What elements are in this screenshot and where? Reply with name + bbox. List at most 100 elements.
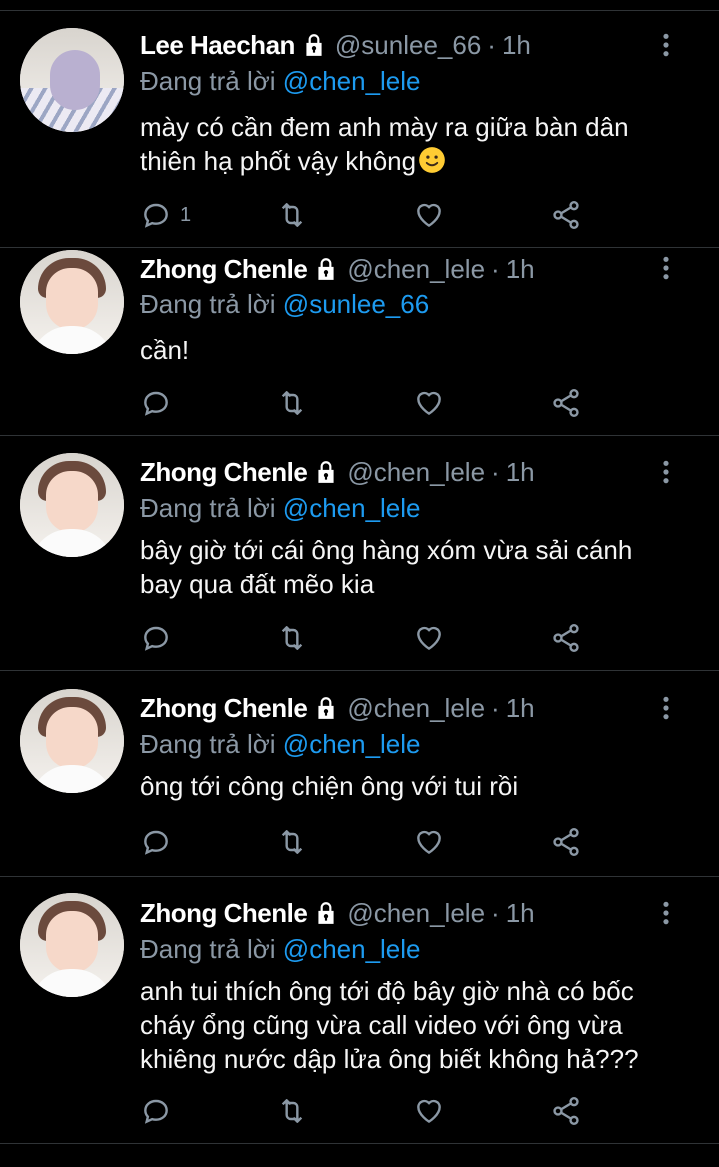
tweet-actions [140, 825, 600, 859]
retweet-button[interactable] [276, 825, 308, 859]
tweet-text-line: thiên hạ phốt vậy không [140, 144, 700, 178]
replying-to: Đang trả lời @sunlee_66 [140, 289, 429, 320]
tweet-divider [0, 670, 719, 671]
tweet-text-line: bây giờ tới cái ông hàng xóm vừa sải cán… [140, 535, 633, 565]
like-button[interactable] [413, 198, 445, 232]
share-icon [553, 201, 579, 229]
mention-link[interactable]: @chen_lele [283, 934, 421, 964]
heart-icon [417, 830, 441, 854]
timestamp: 1h [505, 897, 535, 928]
tweet-divider [0, 1143, 719, 1144]
tweet-text-line: mày có cần đem anh mày ra giữa bàn dân [140, 112, 629, 142]
more-options-icon[interactable] [653, 900, 679, 926]
tweet-text-line: ông tới công chiện ông với tui rồi [140, 771, 519, 801]
tweet-text: ông tới công chiện ông với tui rồi [140, 769, 700, 803]
retweet-button[interactable] [276, 198, 308, 232]
share-icon [553, 1097, 579, 1125]
tweet-text-line: bay qua đất mẽo kia [140, 569, 375, 599]
avatar[interactable] [20, 893, 124, 997]
more-options-icon[interactable] [653, 695, 679, 721]
tweet-text-line: cháy ổng cũng vừa call video với ông vừa [140, 1010, 623, 1040]
share-button[interactable] [550, 1094, 582, 1128]
retweet-button[interactable] [276, 1094, 308, 1128]
share-button[interactable] [550, 386, 582, 420]
heart-icon [417, 626, 441, 650]
timestamp: 1h [505, 692, 535, 723]
reply-prefix: Đang trả lời [140, 729, 276, 759]
display-name[interactable]: Zhong Chenle [140, 457, 308, 488]
tweet[interactable]: Zhong Chenle @chen_lele · 1h Đang trả lờ… [0, 453, 719, 671]
reply-count: 1 [180, 203, 192, 226]
mention-link[interactable]: @chen_lele [283, 729, 421, 759]
tweet-header: Zhong Chenle @chen_lele · 1h [140, 691, 535, 725]
reply-button[interactable] [140, 386, 180, 420]
lock-icon [306, 34, 322, 56]
tweet-text: bây giờ tới cái ông hàng xóm vừa sải cán… [140, 533, 700, 601]
tweet-text-line: khiêng nước dập lửa ông biết không hả??? [140, 1044, 639, 1074]
tweet[interactable]: Zhong Chenle @chen_lele · 1h Đang trả lờ… [0, 249, 719, 436]
dot-separator: · [491, 456, 500, 487]
tweet-header: Zhong Chenle @chen_lele · 1h [140, 252, 535, 286]
user-handle: @chen_lele [347, 897, 486, 928]
tweet-actions: 1 [140, 198, 600, 232]
tweet[interactable]: Lee Haechan @sunlee_66 · 1h Đang trả lời… [0, 28, 719, 248]
reply-prefix: Đang trả lời [140, 493, 276, 523]
lock-icon [318, 902, 334, 924]
display-name[interactable]: Zhong Chenle [140, 898, 308, 929]
lock-icon [318, 697, 334, 719]
timestamp: 1h [505, 456, 535, 487]
more-options-icon[interactable] [653, 459, 679, 485]
avatar[interactable] [20, 689, 124, 793]
display-name[interactable]: Zhong Chenle [140, 254, 308, 285]
tweet-header: Lee Haechan @sunlee_66 · 1h [140, 28, 531, 62]
retweet-button[interactable] [276, 386, 308, 420]
reply-button[interactable] [140, 621, 180, 655]
retweet-icon [281, 391, 303, 415]
replying-to: Đang trả lời @chen_lele [140, 729, 421, 760]
user-handle: @chen_lele [347, 456, 486, 487]
dot-separator: · [487, 29, 496, 60]
retweet-icon [281, 626, 303, 650]
reply-icon [144, 830, 168, 855]
like-button[interactable] [413, 621, 445, 655]
like-button[interactable] [413, 1094, 445, 1128]
reply-button[interactable]: 1 [140, 198, 191, 232]
mention-link[interactable]: @chen_lele [283, 493, 421, 523]
avatar[interactable] [20, 28, 124, 132]
mention-link[interactable]: @sunlee_66 [283, 289, 429, 319]
share-button[interactable] [550, 621, 582, 655]
retweet-icon [281, 203, 303, 227]
top-divider [0, 10, 719, 11]
more-options-icon[interactable] [653, 32, 679, 58]
share-button[interactable] [550, 198, 582, 232]
replying-to: Đang trả lời @chen_lele [140, 934, 421, 965]
mention-link[interactable]: @chen_lele [283, 66, 421, 96]
retweet-icon [281, 830, 303, 854]
display-name[interactable]: Zhong Chenle [140, 693, 308, 724]
reply-prefix: Đang trả lời [140, 66, 276, 96]
replying-to: Đang trả lời @chen_lele [140, 493, 421, 524]
reply-button[interactable] [140, 1094, 180, 1128]
tweet[interactable]: Zhong Chenle @chen_lele · 1h Đang trả lờ… [0, 689, 719, 877]
tweet-actions [140, 621, 600, 655]
slightly-smiling-face-icon [419, 147, 445, 173]
timestamp: 1h [505, 253, 535, 284]
avatar[interactable] [20, 250, 124, 354]
tweet[interactable]: Zhong Chenle @chen_lele · 1h Đang trả lờ… [0, 893, 719, 1144]
share-icon [553, 828, 579, 856]
more-options-icon[interactable] [653, 255, 679, 281]
display-name[interactable]: Lee Haechan [140, 30, 295, 61]
reply-button[interactable] [140, 825, 180, 859]
retweet-icon [281, 1099, 303, 1123]
tweet-text-line: anh tui thích ông tới độ bây giờ nhà có … [140, 976, 634, 1006]
tweet-actions [140, 1094, 600, 1128]
like-button[interactable] [413, 386, 445, 420]
lock-icon [318, 258, 334, 280]
like-button[interactable] [413, 825, 445, 859]
avatar[interactable] [20, 453, 124, 557]
replying-to: Đang trả lời @chen_lele [140, 66, 421, 97]
share-button[interactable] [550, 825, 582, 859]
lock-icon [318, 461, 334, 483]
tweet-divider [0, 247, 719, 248]
retweet-button[interactable] [276, 621, 308, 655]
